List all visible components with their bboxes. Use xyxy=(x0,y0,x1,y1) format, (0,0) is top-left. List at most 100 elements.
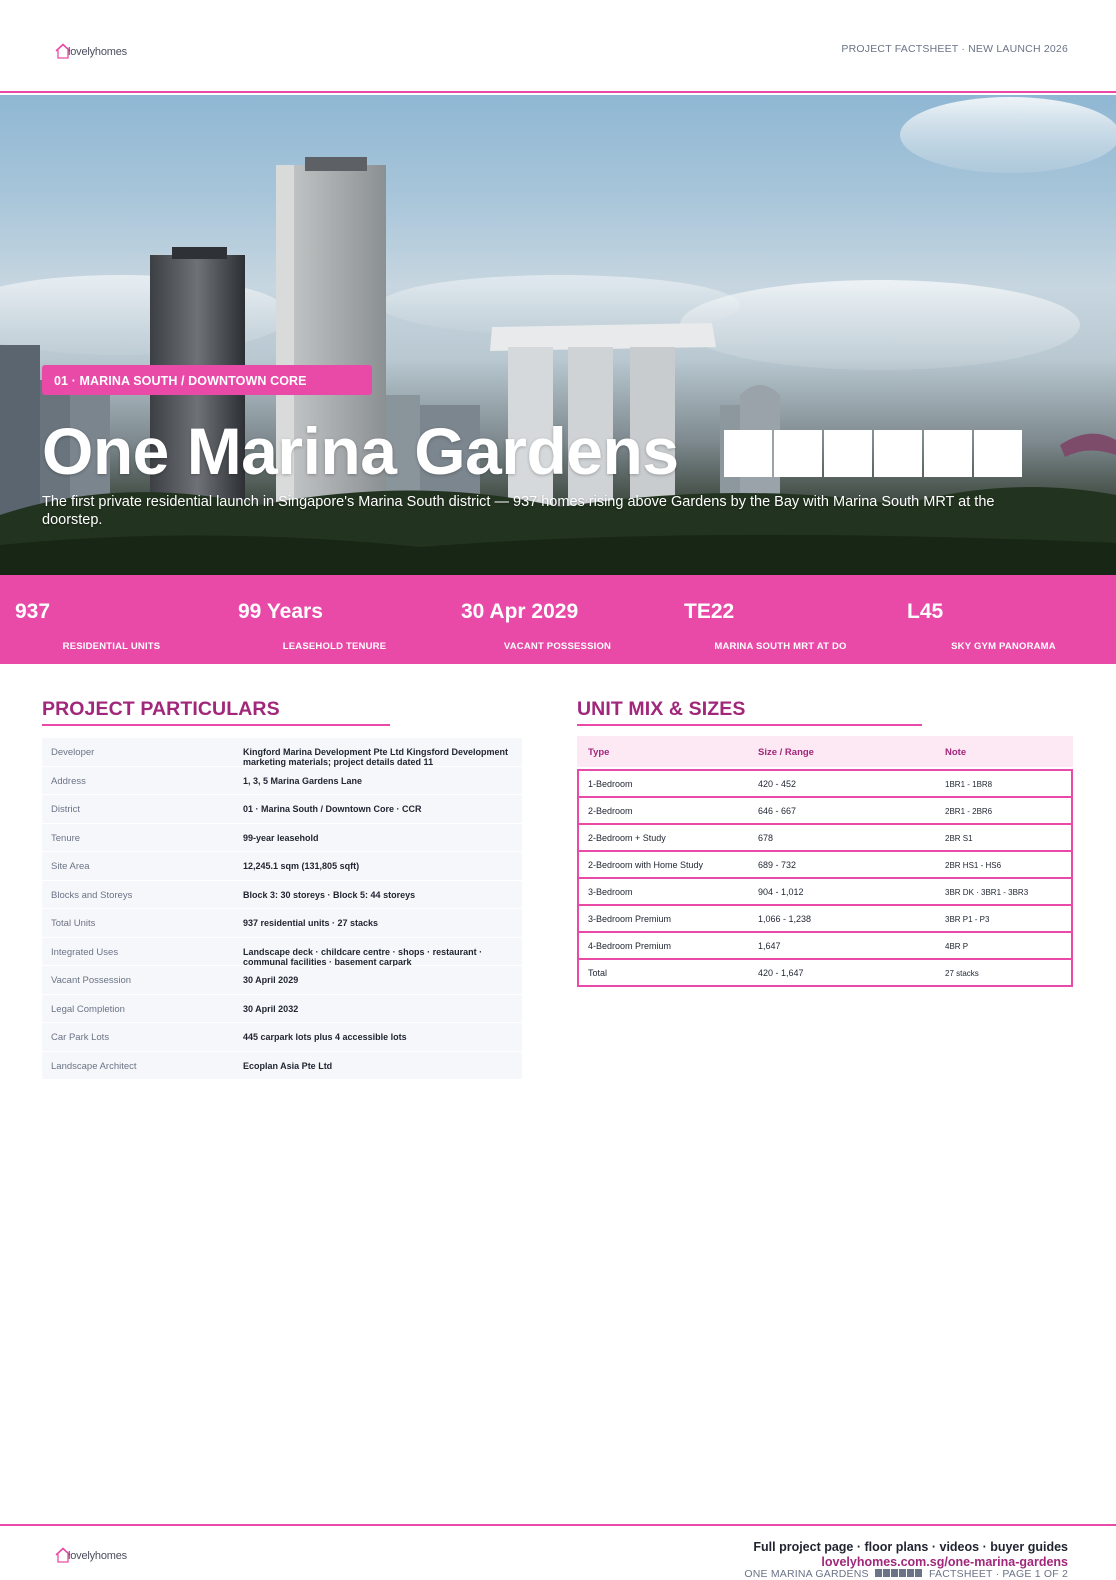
particulars-label: Developer xyxy=(51,747,95,758)
stat-label: VACANT POSSESSION xyxy=(503,641,612,652)
footer-brand-logo[interactable]: lovelyhomes xyxy=(54,1542,127,1564)
redacted-title-blocks xyxy=(724,430,1022,477)
stat-sky-gym: L45 SKY GYM PANORAMA xyxy=(892,575,1115,664)
unit-mix-rule xyxy=(577,724,922,726)
particulars-row: Tenure 99-year leasehold xyxy=(42,823,522,852)
redacted-blocks xyxy=(874,1569,923,1577)
stat-label: MARINA SOUTH MRT AT DO xyxy=(714,641,847,652)
particulars-label: Total Units xyxy=(51,918,96,929)
stat-value: L45 xyxy=(907,600,944,623)
particulars-row: Total Units 937 residential units · 27 st… xyxy=(42,909,522,938)
stat-label: LEASEHOLD TENURE xyxy=(282,641,387,652)
unit-size: 646 - 667 xyxy=(758,806,797,816)
unit-note: 2BR S1 xyxy=(945,834,973,843)
brand-logo-text: lovelyhomes xyxy=(68,46,127,58)
unit-mix-header-row: Type Size / Range Note xyxy=(577,736,1073,767)
particulars-value: 12,245.1 sqm (131,805 sqft) xyxy=(243,861,360,871)
particulars-row: Integrated Uses Landscape deck · childcar… xyxy=(42,937,522,967)
particulars-label: Blocks and Storeys xyxy=(51,889,133,901)
particulars-label: Integrated Uses xyxy=(51,946,119,958)
particulars-row: Car Park Lots 445 carpark lots plus 4 acc… xyxy=(42,1023,522,1052)
unit-mix-table: Type Size / Range Note 1-Bedroom 420 - 45… xyxy=(577,736,1073,987)
unit-mix-row: 3-Bedroom Premium 1,066 - 1,238 3BR P1 - P… xyxy=(579,906,1071,933)
unit-type: 2-Bedroom with Home Study xyxy=(588,860,704,870)
page-header: lovelyhomes PROJECT FACTSHEET · NEW LAUN… xyxy=(0,0,1116,93)
particulars-row: Legal Completion 30 April 2032 xyxy=(42,994,522,1023)
unit-size: 420 - 1,647 xyxy=(758,968,804,978)
particulars-heading: PROJECT PARTICULARS xyxy=(42,698,280,720)
hero-banner: 01 · MARINA SOUTH / DOWNTOWN CORE One Ma… xyxy=(0,95,1116,575)
unit-size: 904 - 1,012 xyxy=(758,887,804,897)
stat-units: 937 RESIDENTIAL UNITS xyxy=(0,575,223,664)
page-footer: lovelyhomes Full project page · floor pl… xyxy=(0,1524,1116,1580)
unit-type: 3-Bedroom xyxy=(588,887,633,897)
district-badge: 01 · MARINA SOUTH / DOWNTOWN CORE xyxy=(42,365,372,395)
unit-mix-row: 2-Bedroom + Study 678 2BR S1 xyxy=(579,825,1071,852)
column-header-type: Type xyxy=(588,747,610,758)
unit-mix-row: Total 420 - 1,647 27 stacks xyxy=(579,960,1071,987)
particulars-label: Address xyxy=(51,775,86,787)
stat-value: 937 xyxy=(15,600,51,623)
unit-mix-row: 2-Bedroom with Home Study 689 - 732 2BR HS… xyxy=(579,852,1071,879)
unit-mix-heading: UNIT MIX & SIZES xyxy=(577,698,746,720)
particulars-row: District 01 · Marina South / Downtown Cor… xyxy=(42,795,522,824)
stat-value: TE22 xyxy=(684,600,735,623)
particulars-value: 30 April 2032 xyxy=(243,1003,299,1014)
key-stats-bar: 937 RESIDENTIAL UNITS 99 Years LEASEHOLD… xyxy=(0,575,1116,664)
particulars-row: Blocks and Storeys Block 3: 30 storeys · … xyxy=(42,880,522,909)
column-header-note: Note xyxy=(945,747,967,758)
unit-size: 689 - 732 xyxy=(758,860,797,870)
particulars-row: Vacant Possession 30 April 2029 xyxy=(42,966,522,995)
unit-note: 2BR1 - 2BR6 xyxy=(945,807,993,816)
particulars-table: Developer Kingford Marina Development Pte… xyxy=(42,738,522,1080)
stat-value: 99 Years xyxy=(238,600,323,623)
particulars-row: Developer Kingford Marina Development Pte… xyxy=(42,738,522,767)
unit-note: 2BR HS1 - HS6 xyxy=(945,861,1002,870)
unit-size: 1,066 - 1,238 xyxy=(758,914,812,924)
particulars-label: District xyxy=(51,804,81,815)
particulars-label: Landscape Architect xyxy=(51,1060,137,1072)
unit-type: Total xyxy=(588,968,608,978)
stat-possession: 30 Apr 2029 VACANT POSSESSION xyxy=(446,575,669,664)
unit-note: 4BR P xyxy=(945,942,969,951)
stat-label: SKY GYM PANORAMA xyxy=(951,641,1056,652)
particulars-row: Site Area 12,245.1 sqm (131,805 sqft) xyxy=(42,852,522,881)
brand-logo[interactable]: lovelyhomes xyxy=(54,38,127,60)
stat-tenure: 99 Years LEASEHOLD TENURE xyxy=(223,575,446,664)
unit-note: 3BR P1 - P3 xyxy=(945,915,990,924)
particulars-rule xyxy=(42,724,390,726)
particulars-label: Site Area xyxy=(51,861,90,872)
particulars-row: Address 1, 3, 5 Marina Gardens Lane xyxy=(42,766,522,795)
unit-type: 2-Bedroom + Study xyxy=(588,833,666,843)
factsheet-tag: PROJECT FACTSHEET · NEW LAUNCH 2026 xyxy=(841,43,1068,55)
unit-mix-row: 4-Bedroom Premium 1,647 4BR P xyxy=(579,933,1071,960)
unit-type: 3-Bedroom Premium xyxy=(588,914,672,924)
footer-cta: Full project page · floor plans · videos… xyxy=(753,1540,1068,1554)
particulars-value: Block 3: 30 storeys · Block 5: 44 storey… xyxy=(243,889,416,900)
column-header-size: Size / Range xyxy=(758,747,814,758)
particulars-value: 1, 3, 5 Marina Gardens Lane xyxy=(243,775,363,786)
particulars-value: Kingford Marina Development Pte Ltd King… xyxy=(243,747,509,767)
brand-logo-text: lovelyhomes xyxy=(68,1550,127,1562)
particulars-value: 99-year leasehold xyxy=(243,832,319,843)
unit-type: 1-Bedroom xyxy=(588,779,633,789)
footer-project-name: ONE MARINA GARDENS xyxy=(744,1568,869,1580)
unit-size: 678 xyxy=(758,833,774,843)
unit-note: 27 stacks xyxy=(945,969,979,978)
stat-mrt: TE22 MARINA SOUTH MRT AT DO xyxy=(669,575,892,664)
unit-size: 420 - 452 xyxy=(758,779,797,789)
footer-project-link[interactable]: lovelyhomes.com.sg/one-marina-gardens xyxy=(821,1555,1068,1569)
particulars-value: 937 residential units · 27 stacks xyxy=(243,918,379,928)
unit-size: 1,647 xyxy=(758,941,781,951)
unit-mix-row: 3-Bedroom 904 - 1,012 3BR DK · 3BR1 - 3BR3 xyxy=(579,879,1071,906)
unit-mix-rows: 1-Bedroom 420 - 452 1BR1 - 1BR8 2-Bedroom 64… xyxy=(577,769,1073,987)
project-title: One Marina Gardens xyxy=(42,414,679,488)
particulars-label: Tenure xyxy=(51,832,81,844)
particulars-label: Legal Completion xyxy=(51,1003,125,1015)
stat-label: RESIDENTIAL UNITS xyxy=(62,641,161,652)
project-subtitle: The first private residential launch in … xyxy=(42,494,995,528)
unit-mix-row: 2-Bedroom 646 - 667 2BR1 - 2BR6 xyxy=(579,798,1071,825)
unit-type: 2-Bedroom xyxy=(588,806,633,816)
unit-note: 3BR DK · 3BR1 - 3BR3 xyxy=(945,888,1029,897)
unit-note: 1BR1 - 1BR8 xyxy=(945,780,993,789)
